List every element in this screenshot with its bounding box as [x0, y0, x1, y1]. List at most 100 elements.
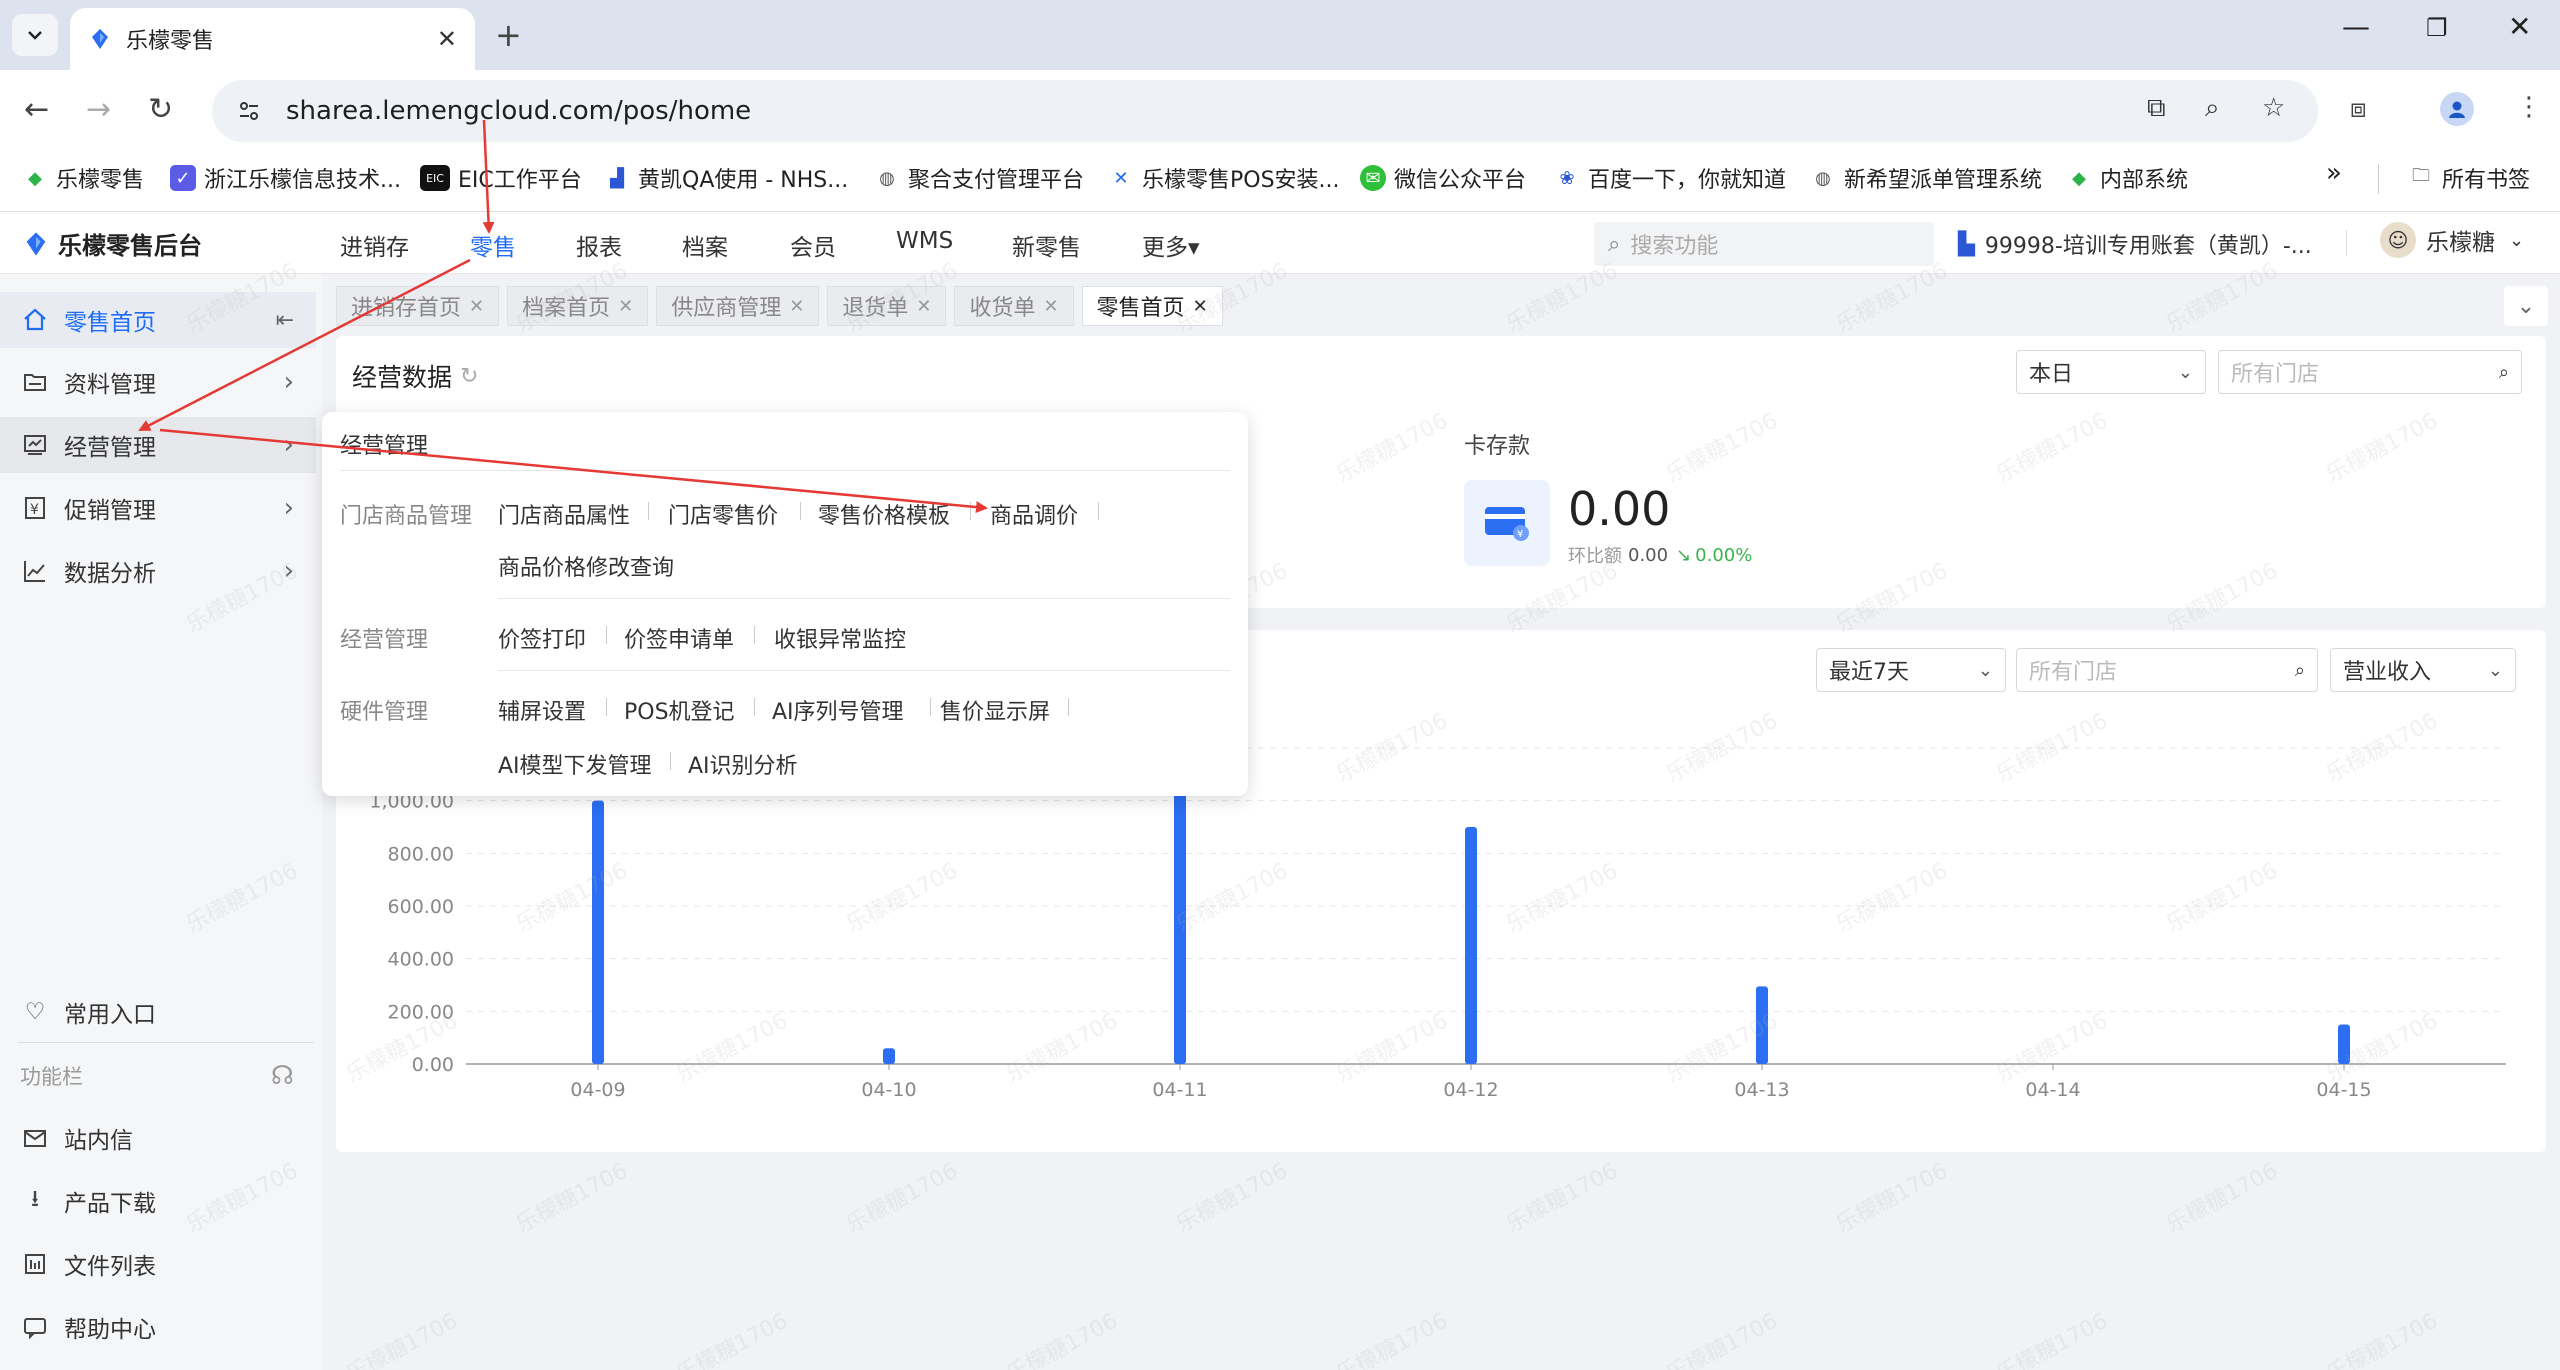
menu-item-store-product-attr[interactable]: 门店商品属性: [498, 498, 630, 530]
site-info-icon[interactable]: [232, 94, 266, 128]
restore-button[interactable]: ❐: [2426, 14, 2448, 42]
menu-item-label-request[interactable]: 价签申请单: [624, 622, 734, 654]
nav-retail[interactable]: 零售: [470, 228, 516, 262]
bookmark-item[interactable]: ◆ 乐檬零售: [22, 162, 144, 194]
sidebar-tool-files[interactable]: 文件列表: [0, 1236, 316, 1292]
chart-bar[interactable]: [592, 800, 604, 1064]
omnibox[interactable]: sharea.lemengcloud.com/pos/home ⧉ ⌕ ☆: [212, 80, 2318, 142]
chart-bar[interactable]: [1465, 827, 1477, 1064]
back-button[interactable]: ←: [24, 92, 49, 127]
nav-archive[interactable]: 档案: [682, 228, 728, 262]
sidebar-tool-help[interactable]: 帮助中心: [0, 1299, 316, 1355]
browser-tab[interactable]: 乐檬零售 ✕: [70, 8, 475, 70]
refresh-icon[interactable]: ↻: [460, 364, 478, 389]
menu-item-ai-model-dispatch[interactable]: AI模型下发管理: [498, 748, 652, 780]
sidebar-tool-inbox[interactable]: 站内信: [0, 1110, 316, 1166]
app-logo[interactable]: 乐檬零售后台: [22, 226, 202, 261]
reload-button[interactable]: ↻: [148, 92, 173, 127]
page-tab[interactable]: 收货单 ✕: [954, 286, 1074, 326]
bookmark-item[interactable]: ▟ 黄凯QA使用 - NHS...: [604, 162, 848, 194]
bookmark-item[interactable]: EIC EIC工作平台: [420, 162, 582, 194]
nav-wms[interactable]: WMS: [896, 228, 953, 254]
chart-bar[interactable]: [1174, 761, 1186, 1064]
bookmark-item[interactable]: ✓ 浙江乐檬信息技术...: [170, 162, 401, 194]
page-tab[interactable]: 进销存首页 ✕: [336, 286, 500, 326]
menu-sep: [606, 626, 607, 644]
page-tab-active[interactable]: 零售首页 ✕: [1081, 286, 1223, 326]
minimize-button[interactable]: —: [2342, 10, 2370, 43]
close-icon[interactable]: ✕: [469, 296, 484, 317]
menu-item-cashier-monitor[interactable]: 收银异常监控: [774, 622, 906, 654]
promo-icon: ¥: [20, 493, 50, 523]
bookmark-item[interactable]: ◍ 聚合支付管理平台: [874, 162, 1084, 194]
star-icon[interactable]: ☆: [2262, 93, 2285, 123]
nav-member[interactable]: 会员: [790, 228, 836, 262]
menu-item-label-print[interactable]: 价签打印: [498, 622, 586, 654]
menu-item-retail-price-template[interactable]: 零售价格模板: [818, 498, 950, 530]
menu-item-pos-register[interactable]: POS机登记: [624, 694, 735, 726]
chart-bar[interactable]: [1756, 986, 1768, 1064]
sidebar-item-promotion[interactable]: ¥ 促销管理 ›: [0, 480, 316, 536]
nav-jinxiaocun[interactable]: 进销存: [340, 228, 409, 262]
account-selector[interactable]: ▙ 99998-培训专用账套（黄凯）-...: [1958, 228, 2312, 260]
bookmark-item[interactable]: ✕ 乐檬零售POS安装...: [1108, 162, 1339, 194]
all-bookmarks-button[interactable]: 🗀 所有书签: [2408, 162, 2530, 194]
store-search-input[interactable]: 所有门店 ⌕: [2218, 350, 2522, 394]
collapse-sidebar-icon[interactable]: ⇤: [276, 308, 294, 333]
sidebar-item-business-management[interactable]: 经营管理 ›: [0, 417, 316, 473]
menu-item-ai-recognition[interactable]: AI识别分析: [688, 748, 798, 780]
new-tab-button[interactable]: +: [495, 16, 522, 54]
wechat-icon: ✉: [1360, 165, 1386, 191]
page-tab[interactable]: 档案首页 ✕: [507, 286, 649, 326]
profile-avatar[interactable]: [2440, 92, 2474, 126]
menu-item-store-retail-price[interactable]: 门店零售价: [668, 498, 778, 530]
zoom-icon[interactable]: ⌕: [2205, 93, 2220, 124]
translate-icon[interactable]: ⧉: [2147, 93, 2166, 124]
headset-icon[interactable]: ☊: [271, 1061, 294, 1091]
menu-item-price-change-query[interactable]: 商品价格修改查询: [498, 550, 674, 582]
page-tab[interactable]: 退货单 ✕: [827, 286, 947, 326]
app-name: 乐檬零售后台: [58, 232, 202, 260]
sidebar-item-data-management[interactable]: 资料管理 ›: [0, 354, 316, 410]
mail-icon: [20, 1123, 50, 1153]
bookmark-item[interactable]: ❀ 百度一下，你就知道: [1554, 162, 1786, 194]
nav-more[interactable]: 更多▾: [1142, 228, 1200, 262]
bookmark-item[interactable]: ◍ 新希望派单管理系统: [1810, 162, 2042, 194]
close-tab-icon[interactable]: ✕: [437, 25, 457, 53]
close-icon[interactable]: ✕: [916, 296, 931, 317]
function-search-input[interactable]: ⌕ 搜索功能: [1594, 222, 1934, 266]
user-menu[interactable]: ☺ 乐檬糖 ⌄: [2380, 222, 2524, 258]
extensions-icon[interactable]: ⧈: [2350, 94, 2367, 125]
trend-down-icon: ↘: [1676, 544, 1692, 566]
sidebar-favorites[interactable]: ♡ 常用入口: [0, 984, 316, 1040]
forward-button[interactable]: →: [86, 92, 111, 127]
url-text: sharea.lemengcloud.com/pos/home: [286, 96, 752, 126]
bookmark-item[interactable]: ✉ 微信公众平台: [1360, 162, 1526, 194]
sidebar-item-data-analysis[interactable]: 数据分析 ›: [0, 543, 316, 599]
header-divider: [2346, 230, 2347, 256]
period-select[interactable]: 本日 ⌄: [2016, 350, 2206, 394]
page-tab[interactable]: 供应商管理 ✕: [656, 286, 820, 326]
menu-item-price-adjust[interactable]: 商品调价: [990, 498, 1078, 530]
tab-search-button[interactable]: [12, 14, 58, 56]
chart-bar[interactable]: [883, 1048, 895, 1064]
menu-icon[interactable]: ⋮: [2516, 92, 2542, 122]
close-icon[interactable]: ✕: [618, 296, 633, 317]
nav-report[interactable]: 报表: [576, 228, 622, 262]
bookmark-divider: [2378, 164, 2379, 194]
close-icon[interactable]: ✕: [1193, 296, 1208, 317]
close-window-button[interactable]: ✕: [2508, 10, 2531, 43]
chart-bar[interactable]: [2338, 1024, 2350, 1065]
menu-item-sub-screen[interactable]: 辅屏设置: [498, 694, 586, 726]
more-bookmarks-button[interactable]: »: [2326, 158, 2342, 188]
menu-item-price-display[interactable]: 售价显示屏: [940, 694, 1050, 726]
tabs-menu-button[interactable]: ⌄: [2504, 286, 2548, 326]
lemeng-green-icon: ◆: [2072, 167, 2086, 189]
bookmark-item[interactable]: ◆ 内部系统: [2066, 162, 2188, 194]
sidebar-item-retail-home[interactable]: 零售首页 ⇤: [0, 292, 316, 348]
nav-new-retail[interactable]: 新零售: [1012, 228, 1081, 262]
menu-item-ai-serial[interactable]: AI序列号管理: [772, 694, 904, 726]
close-icon[interactable]: ✕: [1043, 296, 1058, 317]
sidebar-tool-download[interactable]: ⭳ 产品下载: [0, 1173, 316, 1229]
close-icon[interactable]: ✕: [789, 296, 804, 317]
